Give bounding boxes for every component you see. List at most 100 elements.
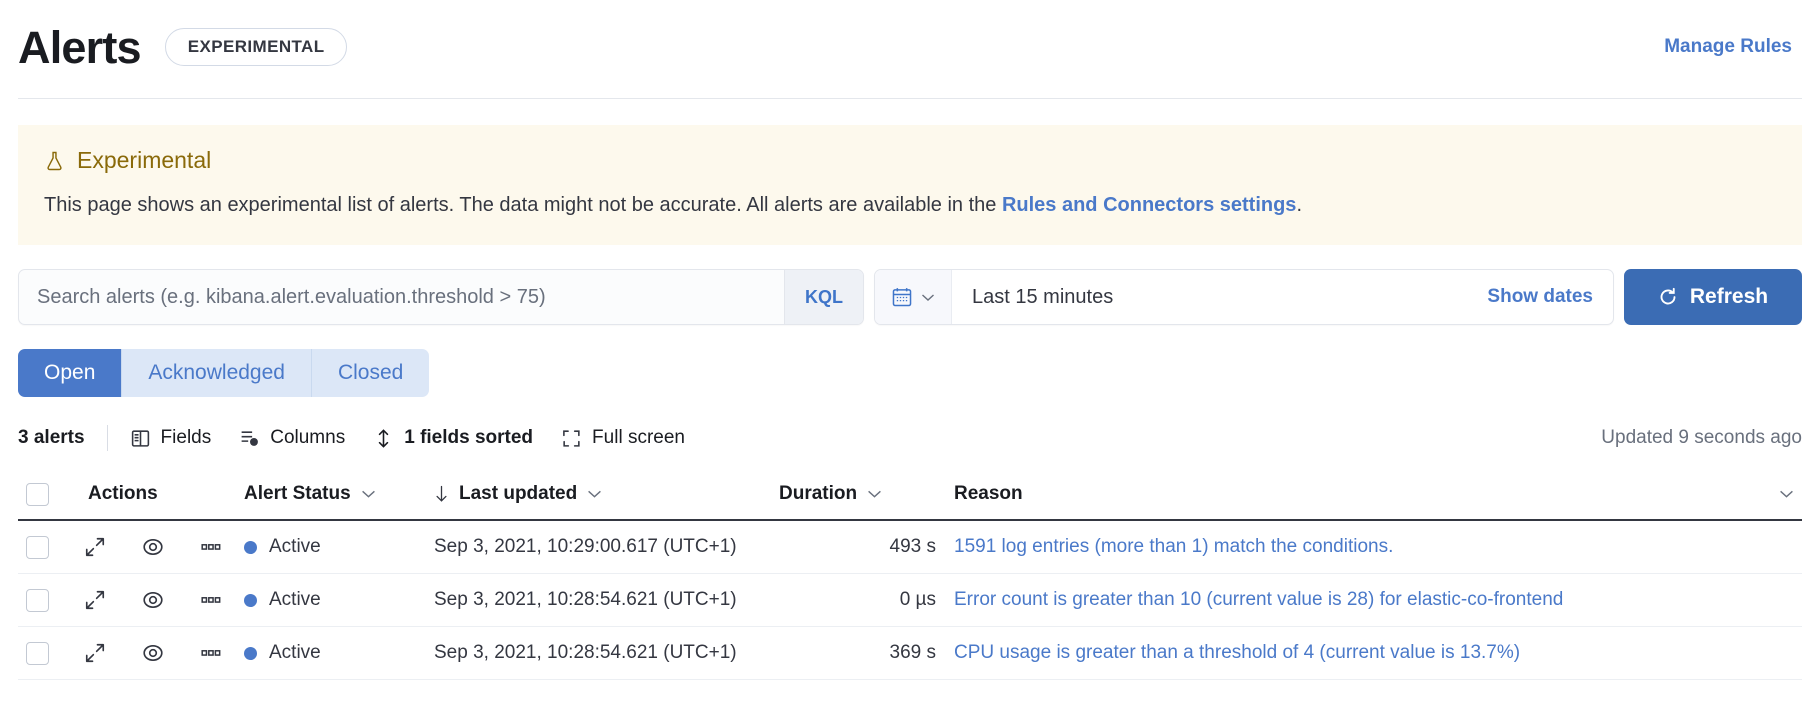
experimental-callout: Experimental This page shows an experime… [18,125,1802,245]
header-duration-label: Duration [779,483,857,505]
row-duration-cell: 369 s [779,642,954,664]
header-alert-status[interactable]: Alert Status [244,483,434,505]
header-reason[interactable]: Reason [954,483,1802,505]
rules-connectors-link[interactable]: Rules and Connectors settings [1002,194,1297,216]
alerts-grid: Actions Alert Status [18,469,1802,680]
date-quick-select-button[interactable] [875,270,952,324]
toolbar-divider [107,425,108,451]
sort-desc-arrow-icon [434,485,449,503]
row-checkbox[interactable] [26,642,49,665]
callout-text-prefix: This page shows an experimental list of … [44,194,1002,216]
reason-link[interactable]: Error count is greater than 10 (current … [954,589,1563,611]
refresh-button[interactable]: Refresh [1624,269,1802,325]
more-actions-icon[interactable] [182,642,240,664]
header-last-updated-label: Last updated [459,483,577,505]
more-actions-icon[interactable] [182,589,240,611]
row-action-icons [66,642,240,664]
query-bar: KQL Last 15 minutes Show dates [18,269,1802,325]
show-dates-button[interactable]: Show dates [1467,270,1613,324]
table-row[interactable]: Active Sep 3, 2021, 10:29:00.617 (UTC+1)… [18,521,1802,574]
sort-icon [373,428,394,449]
status-filter-tabs: Open Acknowledged Closed [18,349,429,397]
row-reason-cell: 1591 log entries (more than 1) match the… [954,536,1802,558]
sort-fields-label: 1 fields sorted [404,427,533,449]
header-alert-status-cell[interactable]: Alert Status [244,483,376,505]
search-container: KQL [18,269,864,325]
view-details-icon[interactable] [124,536,182,558]
select-all-cell [18,483,66,506]
header-reason-cell[interactable]: Reason [954,483,1802,505]
columns-button[interactable]: Columns [239,427,345,449]
header-divider [18,98,1802,99]
full-screen-label: Full screen [592,427,685,449]
chevron-down-icon[interactable] [361,489,376,499]
status-label: Active [269,642,321,664]
experimental-badge: EXPERIMENTAL [165,28,348,66]
date-picker: Last 15 minutes Show dates [874,269,1614,325]
table-row[interactable]: Active Sep 3, 2021, 10:28:54.621 (UTC+1)… [18,627,1802,680]
header-actions-label: Actions [66,483,158,505]
last-updated-value: Sep 3, 2021, 10:28:54.621 (UTC+1) [434,589,737,611]
row-select-cell [18,536,66,559]
date-range-value[interactable]: Last 15 minutes [952,270,1467,324]
row-reason-cell: CPU usage is greater than a threshold of… [954,642,1802,664]
columns-icon [239,428,260,449]
chevron-down-icon[interactable] [867,489,890,499]
view-details-icon[interactable] [124,642,182,664]
view-details-icon[interactable] [124,589,182,611]
row-select-cell [18,589,66,612]
grid-toolbar: 3 alerts Fields Columns [18,421,1802,455]
row-status-cell: Active [244,536,434,558]
reason-link[interactable]: CPU usage is greater than a threshold of… [954,642,1520,664]
reason-link[interactable]: 1591 log entries (more than 1) match the… [954,536,1393,558]
row-select-cell [18,642,66,665]
kql-button[interactable]: KQL [784,270,863,324]
fields-label: Fields [161,427,212,449]
page-header: Alerts EXPERIMENTAL Manage Rules [0,0,1820,80]
alerts-count: 3 alerts [18,427,85,449]
row-checkbox[interactable] [26,589,49,612]
alerts-page: Alerts EXPERIMENTAL Manage Rules Experim… [0,0,1820,720]
status-dot-icon [244,594,257,607]
duration-value: 493 s [779,536,954,558]
tab-open[interactable]: Open [18,349,122,397]
status-label: Active [269,536,321,558]
sort-fields-button[interactable]: 1 fields sorted [373,427,533,449]
table-row[interactable]: Active Sep 3, 2021, 10:28:54.621 (UTC+1)… [18,574,1802,627]
search-input[interactable] [19,270,784,324]
header-actions: Actions [66,483,244,505]
grid-header-row: Actions Alert Status [18,469,1802,521]
more-actions-icon[interactable] [182,536,240,558]
refresh-label: Refresh [1690,285,1768,309]
row-duration-cell: 0 µs [779,589,954,611]
full-screen-button[interactable]: Full screen [561,427,685,449]
chevron-down-icon[interactable] [587,489,610,499]
last-updated-value: Sep 3, 2021, 10:29:00.617 (UTC+1) [434,536,737,558]
row-status-cell: Active [244,589,434,611]
fields-button[interactable]: Fields [130,427,212,449]
header-duration[interactable]: Duration [779,483,954,505]
updated-timestamp: Updated 9 seconds ago [1601,427,1802,449]
select-all-checkbox[interactable] [26,483,49,506]
tab-closed[interactable]: Closed [312,349,429,397]
callout-body: This page shows an experimental list of … [44,192,1776,219]
expand-icon[interactable] [66,536,124,558]
header-duration-cell[interactable]: Duration [779,483,890,505]
header-last-updated[interactable]: Last updated [434,483,779,505]
tab-acknowledged[interactable]: Acknowledged [122,349,312,397]
expand-icon[interactable] [66,642,124,664]
flask-icon [44,150,65,172]
row-reason-cell: Error count is greater than 10 (current … [954,589,1802,611]
header-alert-status-label: Alert Status [244,483,351,505]
manage-rules-link[interactable]: Manage Rules [1664,36,1802,58]
chevron-down-icon[interactable] [1779,489,1802,499]
row-actions [66,642,244,664]
row-checkbox[interactable] [26,536,49,559]
expand-icon[interactable] [66,589,124,611]
page-title: Alerts [18,25,141,70]
duration-value: 0 µs [779,589,954,611]
status-badge: Active [244,536,321,558]
callout-title-row: Experimental [44,147,1776,174]
callout-title: Experimental [77,147,211,174]
header-last-updated-cell[interactable]: Last updated [434,483,610,505]
